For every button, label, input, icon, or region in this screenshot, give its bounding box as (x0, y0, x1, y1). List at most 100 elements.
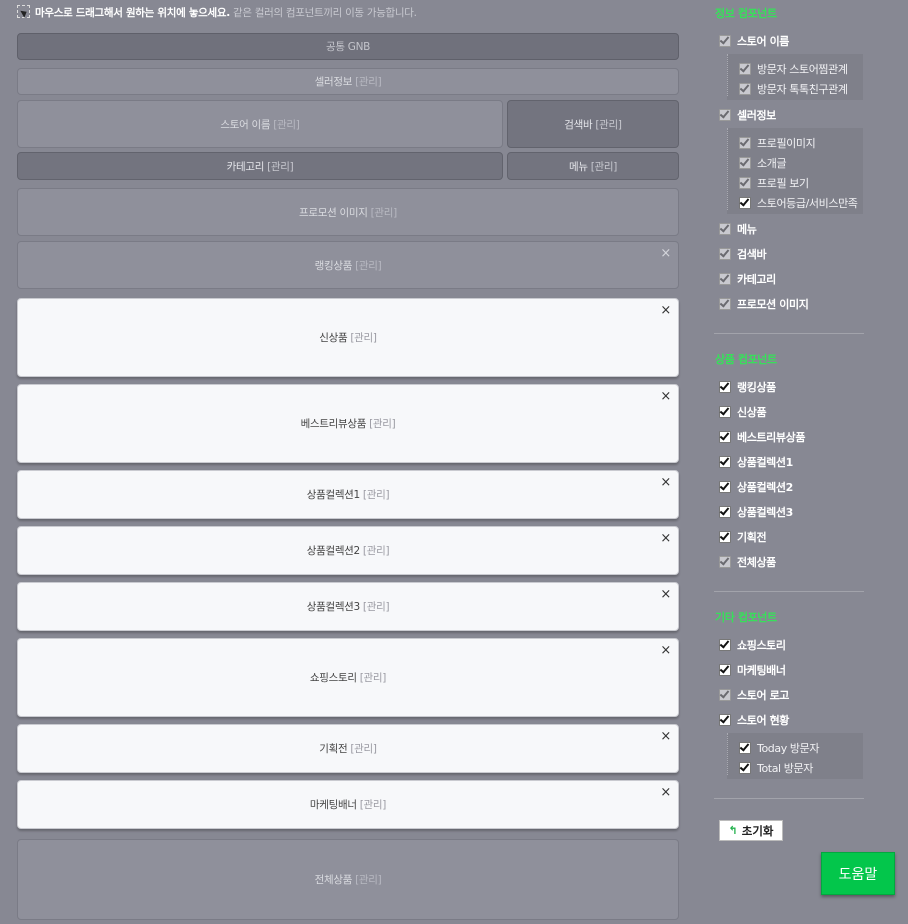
close-icon[interactable]: × (660, 390, 671, 403)
check-profile-image[interactable]: 프로필이미지 (739, 136, 816, 150)
checkbox-icon[interactable] (739, 63, 751, 75)
check-profile-view[interactable]: 프로필 보기 (739, 176, 809, 190)
manage-link[interactable]: [관리] (363, 543, 390, 558)
check-ranking[interactable]: 랭킹상품 (719, 380, 776, 394)
module-shopping-story[interactable]: 쇼핑스토리 [관리] × (17, 638, 679, 717)
close-icon[interactable]: × (660, 476, 671, 489)
checkbox-icon[interactable] (739, 157, 751, 169)
close-icon[interactable]: × (660, 247, 671, 260)
close-icon[interactable]: × (660, 304, 671, 317)
manage-link[interactable]: [관리] (363, 599, 390, 614)
module-all-products[interactable]: 전체상품 [관리] (17, 839, 679, 920)
close-icon[interactable]: × (660, 532, 671, 545)
checkbox-icon[interactable] (719, 223, 731, 235)
module-store-name[interactable]: 스토어 이름 [관리] (17, 100, 503, 148)
manage-link[interactable]: [관리] (360, 670, 387, 685)
checkbox-icon[interactable] (719, 431, 731, 443)
close-icon[interactable]: × (660, 730, 671, 743)
check-shopping-story[interactable]: 쇼핑스토리 (719, 638, 786, 652)
manage-link[interactable]: [관리] (363, 487, 390, 502)
checkbox-icon[interactable] (719, 456, 731, 468)
check-total-visitors[interactable]: Total 방문자 (739, 761, 813, 775)
checkbox-icon[interactable] (719, 506, 731, 518)
check-visitor-talktalk[interactable]: 방문자 톡톡친구관계 (739, 82, 848, 96)
reset-button[interactable]: ↰ 초기화 (719, 820, 783, 841)
manage-link[interactable]: [관리] (273, 117, 300, 132)
manage-link[interactable]: [관리] (350, 741, 377, 756)
check-store-logo[interactable]: 스토어 로고 (719, 688, 789, 702)
check-category[interactable]: 카테고리 (719, 272, 776, 286)
etc-components-title: 기타 컴포넌트 (715, 611, 777, 624)
close-icon[interactable]: × (660, 786, 671, 799)
checkbox-icon[interactable] (719, 689, 731, 701)
checkbox-icon[interactable] (719, 298, 731, 310)
check-new-products[interactable]: 신상품 (719, 405, 767, 419)
checkbox-icon[interactable] (719, 109, 731, 121)
checkbox-icon[interactable] (739, 83, 751, 95)
check-menu[interactable]: 메뉴 (719, 222, 757, 236)
check-search-bar[interactable]: 검색바 (719, 247, 767, 261)
check-intro[interactable]: 소개글 (739, 156, 787, 170)
checkbox-icon[interactable] (719, 664, 731, 676)
check-promotion-image[interactable]: 프로모션 이미지 (719, 297, 809, 311)
check-store-grade[interactable]: 스토어등급/서비스만족 (739, 196, 858, 210)
manage-link[interactable]: [관리] (369, 416, 396, 431)
manage-link[interactable]: [관리] (360, 797, 387, 812)
close-icon[interactable]: × (660, 644, 671, 657)
checkbox-icon[interactable] (719, 381, 731, 393)
tree-line (727, 54, 728, 96)
checkbox-icon[interactable] (739, 742, 751, 754)
check-today-visitors[interactable]: Today 방문자 (739, 741, 819, 755)
manage-link[interactable]: [관리] (355, 872, 382, 887)
check-collection-1[interactable]: 상품컬렉션1 (719, 455, 793, 469)
check-visitor-store-wish[interactable]: 방문자 스토어찜관계 (739, 62, 848, 76)
check-collection-3[interactable]: 상품컬렉션3 (719, 505, 793, 519)
checkbox-icon[interactable] (719, 481, 731, 493)
module-ranking[interactable]: 랭킹상품 [관리] × (17, 241, 679, 289)
close-icon[interactable]: × (660, 588, 671, 601)
check-exhibition[interactable]: 기획전 (719, 530, 767, 544)
checkbox-icon[interactable] (719, 248, 731, 260)
divider (714, 798, 864, 799)
tree-line (727, 733, 728, 775)
checkbox-icon[interactable] (719, 531, 731, 543)
module-collection-2[interactable]: 상품컬렉션2 [관리] × (17, 526, 679, 575)
module-gnb[interactable]: 공통 GNB (17, 33, 679, 60)
checkbox-icon[interactable] (739, 177, 751, 189)
module-marketing-banner[interactable]: 마케팅배너 [관리] × (17, 780, 679, 829)
manage-link[interactable]: [관리] (267, 159, 294, 174)
module-promotion-image[interactable]: 프로모션 이미지 [관리] (17, 188, 679, 236)
check-store-name[interactable]: 스토어 이름 (719, 34, 789, 48)
help-button[interactable]: 도움말 (821, 852, 895, 895)
module-new-products[interactable]: 신상품 [관리] × (17, 298, 679, 377)
manage-link[interactable]: [관리] (350, 330, 377, 345)
manage-link[interactable]: [관리] (355, 74, 382, 89)
checkbox-icon[interactable] (719, 556, 731, 568)
manage-link[interactable]: [관리] (355, 258, 382, 273)
check-marketing-banner[interactable]: 마케팅배너 (719, 663, 786, 677)
checkbox-icon[interactable] (719, 406, 731, 418)
checkbox-icon[interactable] (719, 273, 731, 285)
checkbox-icon[interactable] (739, 137, 751, 149)
module-search-bar[interactable]: 검색바 [관리] (507, 100, 679, 148)
module-best-review[interactable]: 베스트리뷰상품 [관리] × (17, 384, 679, 463)
checkbox-icon[interactable] (739, 762, 751, 774)
manage-link[interactable]: [관리] (595, 117, 622, 132)
module-seller-info[interactable]: 셀러정보 [관리] (17, 68, 679, 95)
checkbox-icon[interactable] (719, 35, 731, 47)
checkbox-icon[interactable] (719, 714, 731, 726)
checkbox-icon[interactable] (719, 639, 731, 651)
check-collection-2[interactable]: 상품컬렉션2 (719, 480, 793, 494)
check-store-status[interactable]: 스토어 현황 (719, 713, 789, 727)
manage-link[interactable]: [관리] (371, 205, 398, 220)
checkbox-icon[interactable] (739, 197, 751, 209)
check-best-review[interactable]: 베스트리뷰상품 (719, 430, 805, 444)
module-collection-1[interactable]: 상품컬렉션1 [관리] × (17, 470, 679, 519)
module-category[interactable]: 카테고리 [관리] (17, 152, 503, 180)
check-seller-info[interactable]: 셀러정보 (719, 108, 776, 122)
module-exhibition[interactable]: 기획전 [관리] × (17, 724, 679, 773)
check-all-products[interactable]: 전체상품 (719, 555, 776, 569)
manage-link[interactable]: [관리] (591, 159, 618, 174)
module-menu[interactable]: 메뉴 [관리] (507, 152, 679, 180)
module-collection-3[interactable]: 상품컬렉션3 [관리] × (17, 582, 679, 631)
